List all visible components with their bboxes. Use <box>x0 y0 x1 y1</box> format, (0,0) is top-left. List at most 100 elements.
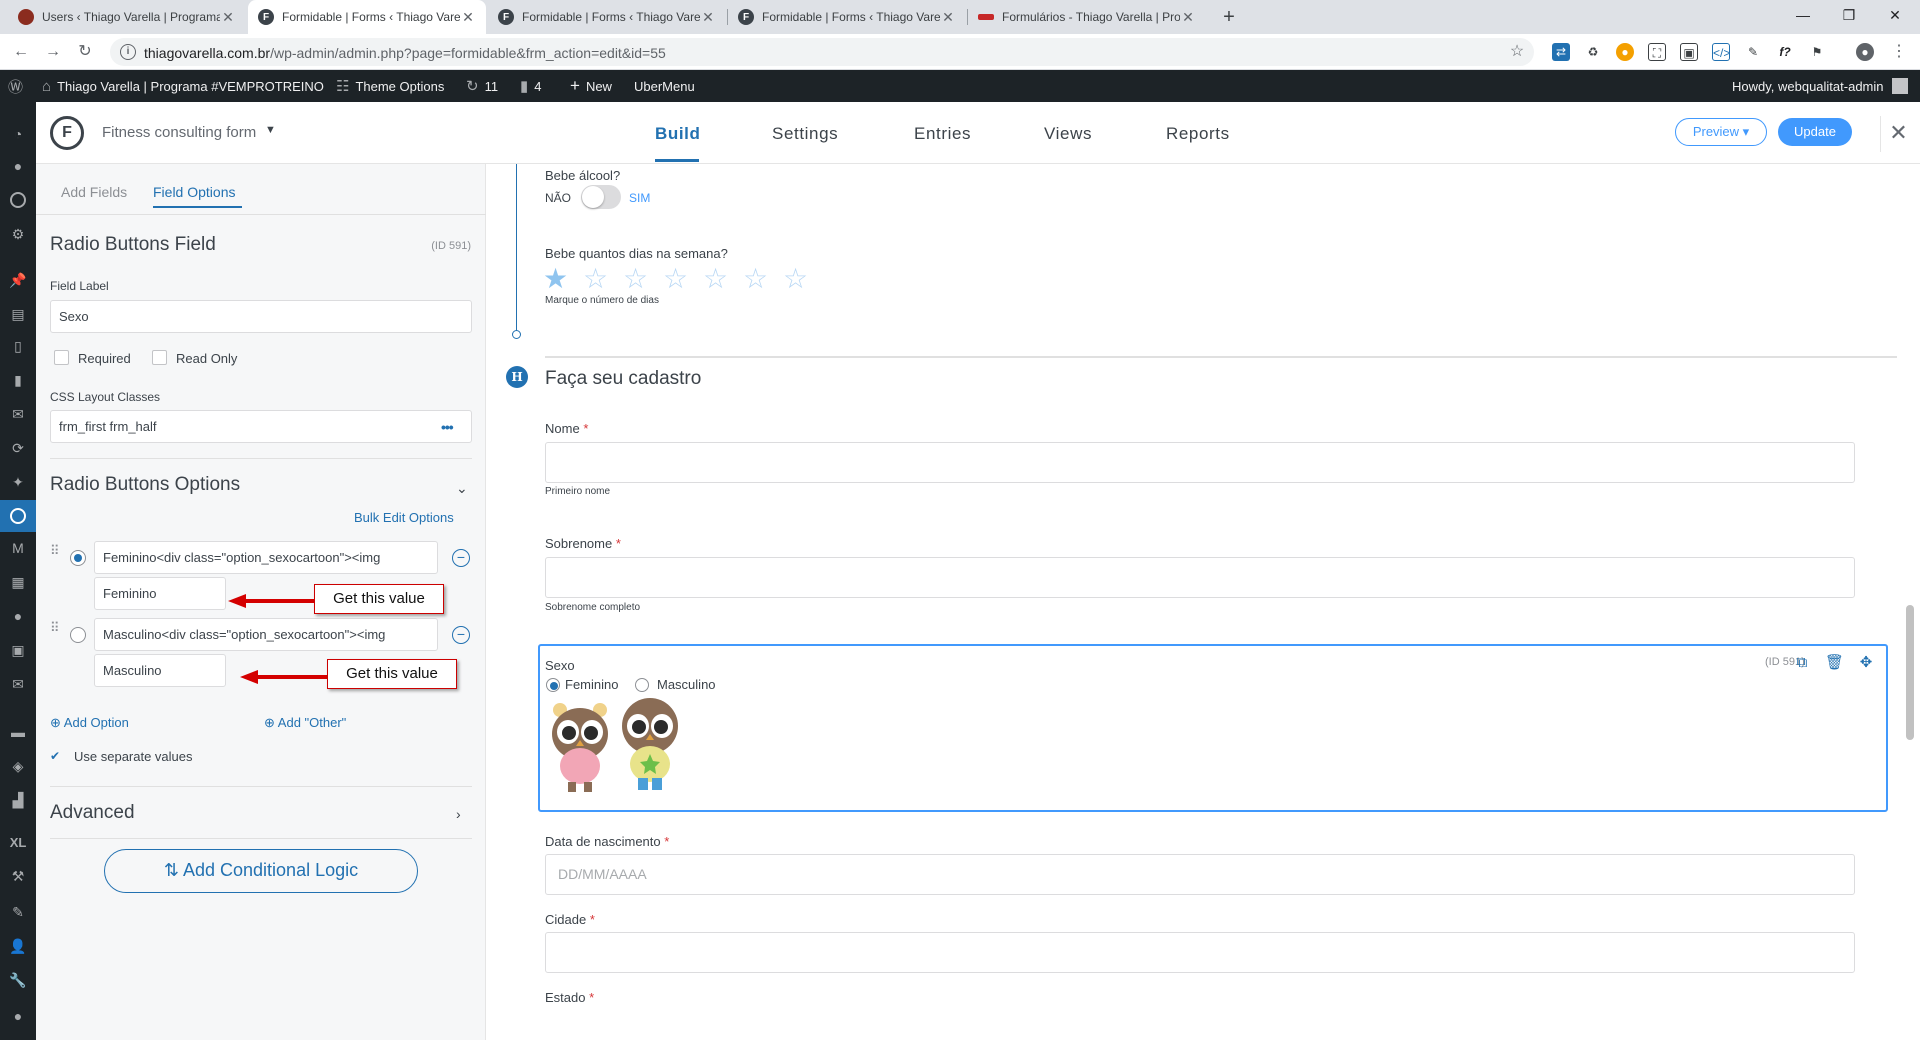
tab-close-icon[interactable]: ✕ <box>220 9 236 26</box>
option-default-radio[interactable] <box>70 550 86 566</box>
tab-close-icon[interactable]: ✕ <box>460 9 476 26</box>
star-icon[interactable]: ☆ <box>703 262 728 295</box>
browser-tab[interactable]: F Formidable | Forms ‹ Thiago Vare ✕ <box>728 0 966 34</box>
profile-avatar-icon[interactable]: ● <box>1856 43 1874 61</box>
flag-extension-icon[interactable]: ⚑ <box>1808 43 1826 61</box>
tab-reports[interactable]: Reports <box>1166 124 1230 144</box>
option-value-input[interactable]: Masculino <box>94 654 226 687</box>
menu-icon[interactable]: ● <box>0 152 36 180</box>
woo-icon[interactable]: ▬ <box>0 718 36 746</box>
tab-close-icon[interactable]: ✕ <box>940 9 956 26</box>
minimize-icon[interactable]: — <box>1780 0 1826 30</box>
drag-handle-icon[interactable]: ⠿ <box>50 621 59 634</box>
star-icon[interactable]: ☆ <box>583 262 608 295</box>
restore-icon[interactable]: ❐ <box>1826 0 1872 30</box>
gallery-icon[interactable]: ▣ <box>0 636 36 664</box>
sobrenome-input[interactable] <box>545 557 1855 598</box>
stats-icon[interactable]: ▟ <box>0 786 36 814</box>
advanced-section-toggle[interactable]: Advanced <box>50 802 135 824</box>
comments-link[interactable]: ▮ 4 <box>520 70 542 102</box>
bulk-edit-link[interactable]: Bulk Edit Options <box>354 510 454 525</box>
tab-close-icon[interactable]: ✕ <box>1180 9 1196 26</box>
theme-options-link[interactable]: ☷ Theme Options <box>336 70 444 102</box>
add-option-link[interactable]: ⊕ Add Option <box>50 715 129 731</box>
tab-add-fields[interactable]: Add Fields <box>61 184 127 200</box>
chevron-right-icon[interactable]: › <box>456 806 461 822</box>
window-close-icon[interactable]: ✕ <box>1872 0 1918 30</box>
pin-icon[interactable]: ✦ <box>0 468 36 496</box>
cookie-extension-icon[interactable]: ● <box>1616 43 1634 61</box>
pin-icon[interactable]: 📌 <box>0 266 36 294</box>
address-bar[interactable]: i thiagovarella.com.br/wp-admin/admin.ph… <box>110 38 1534 66</box>
scrollbar-thumb[interactable] <box>1906 605 1914 740</box>
tab-field-options[interactable]: Field Options <box>153 184 235 200</box>
sync-icon[interactable]: ⟳ <box>0 434 36 462</box>
ubermenu-link[interactable]: UberMenu <box>634 70 695 102</box>
read-only-checkbox[interactable] <box>152 350 167 365</box>
browser-tab[interactable]: F Formidable | Forms ‹ Thiago Vare ✕ <box>488 0 726 34</box>
move-icon[interactable]: ✥ <box>1857 654 1875 672</box>
data-nascimento-input[interactable]: DD/MM/AAAA <box>545 854 1855 895</box>
option-default-radio[interactable] <box>70 627 86 643</box>
star-icon[interactable]: ★ <box>543 262 568 295</box>
gear-icon[interactable]: ⚙ <box>0 220 36 248</box>
recycle-extension-icon[interactable]: ♻ <box>1584 43 1602 61</box>
selected-field-sexo[interactable]: Sexo (ID 591) ⧉ 🗑 ✥ Feminino Masculino <box>538 644 1888 812</box>
male-owl-image[interactable] <box>618 690 682 794</box>
option-label-input[interactable]: Masculino<div class="option_sexocartoon"… <box>94 618 438 651</box>
caret-down-icon[interactable]: ▼ <box>265 124 276 136</box>
xl-icon[interactable]: XL <box>0 828 36 856</box>
tab-settings[interactable]: Settings <box>772 124 838 144</box>
formidable-logo-icon[interactable]: F <box>50 116 84 150</box>
tab-views[interactable]: Views <box>1044 124 1092 144</box>
tab-close-icon[interactable]: ✕ <box>700 9 716 26</box>
tab-entries[interactable]: Entries <box>914 124 971 144</box>
close-icon[interactable]: ✕ <box>1880 116 1916 152</box>
account-menu[interactable]: Howdy, webqualitat-admin <box>1732 70 1908 102</box>
preview-button[interactable]: Preview ▾ <box>1675 118 1767 146</box>
cidade-input[interactable] <box>545 932 1855 973</box>
option-value-input[interactable]: Feminino <box>94 577 226 610</box>
star-icon[interactable]: ☆ <box>743 262 768 295</box>
chevron-down-icon[interactable]: ⌄ <box>456 480 468 497</box>
reload-icon[interactable]: ↻ <box>74 41 96 63</box>
star-icon[interactable]: ☆ <box>663 262 688 295</box>
site-info-icon[interactable]: i <box>120 44 136 60</box>
add-other-link[interactable]: ⊕ Add "Other" <box>264 715 346 731</box>
new-content-link[interactable]: + New <box>570 70 612 102</box>
font-extension-icon[interactable]: f? <box>1776 43 1794 61</box>
css-classes-input[interactable]: frm_first frm_half <box>50 410 472 443</box>
forward-icon[interactable]: → <box>42 41 64 63</box>
bookmark-star-icon[interactable]: ☆ <box>1506 41 1528 63</box>
trash-icon[interactable]: 🗑 <box>1825 654 1844 672</box>
tools-icon[interactable]: ✎ <box>0 898 36 926</box>
dashboard-icon[interactable]: ◔ <box>0 120 36 148</box>
required-checkbox[interactable] <box>54 350 69 365</box>
tab-build[interactable]: Build <box>655 124 701 144</box>
drag-handle-icon[interactable]: ⠿ <box>50 544 59 557</box>
star-icon[interactable]: ☆ <box>623 262 648 295</box>
site-name-link[interactable]: ⌂ Thiago Varella | Programa #VEMPROTREINO <box>42 70 324 102</box>
code-extension-icon[interactable]: </> <box>1712 43 1730 61</box>
eyedropper-extension-icon[interactable]: ✎ <box>1744 43 1762 61</box>
star-icon[interactable]: ☆ <box>783 262 808 295</box>
envelope-icon[interactable]: ✉ <box>0 670 36 698</box>
wrench-icon[interactable]: 🔧 <box>0 966 36 994</box>
chat-icon[interactable]: ● <box>0 602 36 630</box>
users-icon[interactable]: 👤 <box>0 932 36 960</box>
wordpress-logo-icon[interactable]: Ⓦ <box>8 70 29 102</box>
media-icon[interactable]: ▤ <box>0 300 36 328</box>
pages-icon[interactable]: ▯ <box>0 332 36 360</box>
option-label-input[interactable]: Feminino<div class="option_sexocartoon">… <box>94 541 438 574</box>
back-icon[interactable]: ← <box>10 41 32 63</box>
field-label-input[interactable]: Sexo <box>50 300 472 333</box>
browser-tab[interactable]: Formulários - Thiago Varella | Pro ✕ <box>968 0 1206 34</box>
clock-menu-icon[interactable] <box>0 186 36 214</box>
duplicate-icon[interactable]: ⧉ <box>1793 654 1811 672</box>
box-icon[interactable]: ◈ <box>0 752 36 780</box>
mail-icon[interactable]: ✉ <box>0 400 36 428</box>
url-text[interactable]: thiagovarella.com.br/wp-admin/admin.php?… <box>144 45 666 61</box>
add-conditional-logic-button[interactable]: ⇅ Add Conditional Logic <box>104 849 418 893</box>
browser-tab-active[interactable]: F Formidable | Forms ‹ Thiago Vare ✕ <box>248 0 486 34</box>
update-button[interactable]: Update <box>1778 118 1852 146</box>
